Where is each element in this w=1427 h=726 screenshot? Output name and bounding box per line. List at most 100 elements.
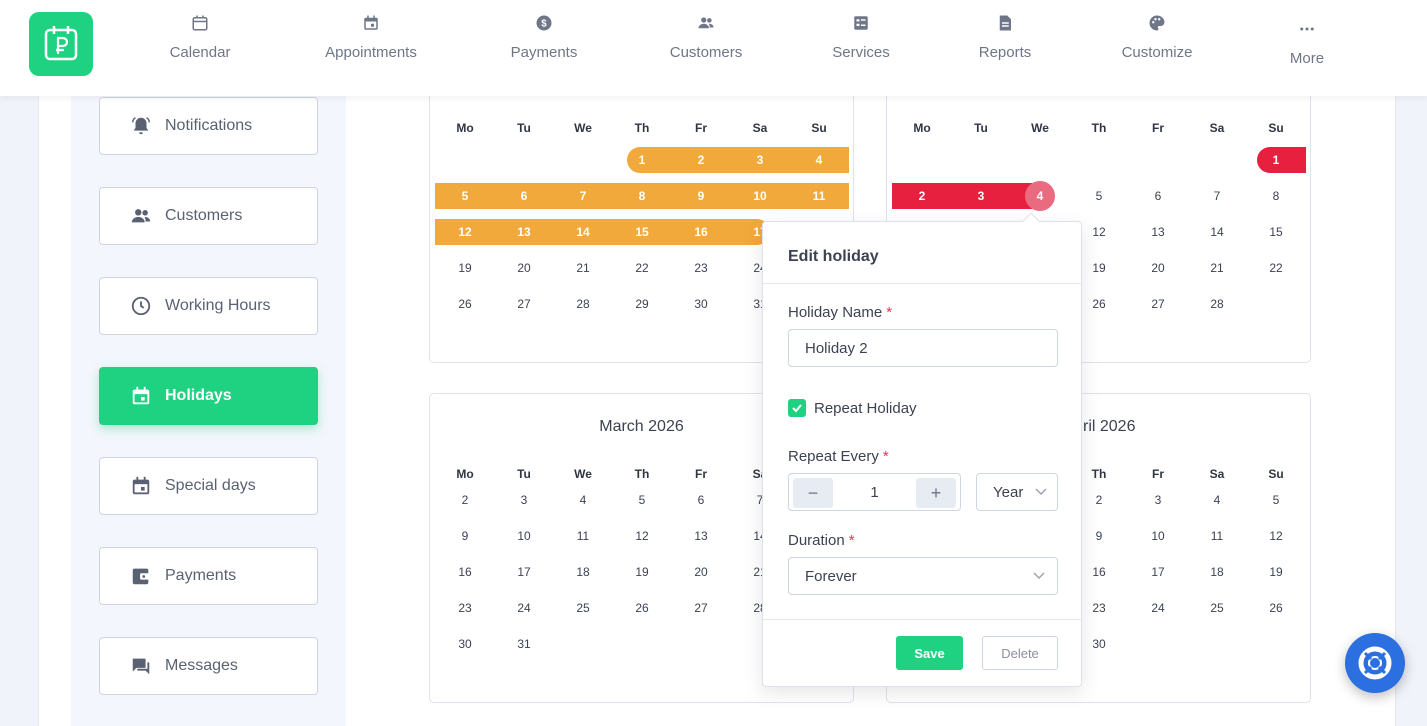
calendar-day[interactable]: 26 [622,595,662,621]
calendar-day[interactable]: 25 [563,595,603,621]
calendar-day[interactable]: 15 [622,219,662,245]
calendar-day[interactable]: 15 [1256,219,1296,245]
calendar-day[interactable]: 19 [1079,255,1119,281]
calendar-day[interactable]: 4 [1020,183,1060,209]
calendar-day[interactable]: 11 [799,183,839,209]
nav-services[interactable]: Services [831,14,891,61]
calendar-day[interactable]: 29 [622,291,662,317]
calendar-day[interactable]: 18 [1197,559,1237,585]
calendar-day[interactable]: 7 [1197,183,1237,209]
sidebar-item-holidays[interactable]: Holidays [99,367,318,425]
sidebar-item-notifications[interactable]: Notifications [99,97,318,155]
calendar-day[interactable]: 4 [799,147,839,173]
calendar-day[interactable]: 9 [681,183,721,209]
calendar-day[interactable]: 10 [504,523,544,549]
nav-calendar[interactable]: Calendar [166,14,234,61]
nav-customize[interactable]: Customize [1119,14,1195,61]
holiday-name-input[interactable]: Holiday 2 [788,329,1058,367]
nav-customers[interactable]: Customers [666,14,746,61]
calendar-day[interactable]: 4 [1197,487,1237,513]
calendar-day[interactable]: 20 [681,559,721,585]
help-button[interactable] [1345,633,1405,693]
calendar-day[interactable]: 23 [445,595,485,621]
calendar-day[interactable]: 11 [1197,523,1237,549]
repeat-unit-select[interactable]: Year [976,473,1058,511]
save-button[interactable]: Save [896,636,963,670]
calendar-day[interactable]: 23 [681,255,721,281]
sidebar-item-working-hours[interactable]: Working Hours [99,277,318,335]
calendar-day[interactable]: 16 [681,219,721,245]
calendar-day[interactable]: 24 [504,595,544,621]
delete-button[interactable]: Delete [982,636,1058,670]
calendar-day[interactable]: 17 [504,559,544,585]
app-logo[interactable] [29,12,93,76]
sidebar-item-payments[interactable]: Payments [99,547,318,605]
calendar-day[interactable]: 21 [563,255,603,281]
nav-appointments[interactable]: Appointments [320,14,422,61]
calendar-day[interactable]: 19 [445,255,485,281]
calendar-day[interactable]: 12 [445,219,485,245]
calendar-day[interactable]: 12 [1256,523,1296,549]
calendar-day[interactable]: 26 [1079,291,1119,317]
calendar-day[interactable]: 13 [504,219,544,245]
calendar-day[interactable]: 3 [504,487,544,513]
calendar-day[interactable]: 20 [1138,255,1178,281]
calendar-day[interactable]: 27 [504,291,544,317]
nav-payments[interactable]: $ Payments [508,14,580,61]
calendar-day[interactable]: 28 [563,291,603,317]
calendar-day[interactable]: 2 [681,147,721,173]
calendar-day[interactable]: 9 [1079,523,1119,549]
calendar-day[interactable]: 14 [1197,219,1237,245]
calendar-day[interactable]: 26 [445,291,485,317]
calendar-day[interactable]: 3 [961,183,1001,209]
increment-button[interactable]: + [916,478,956,508]
calendar-day[interactable]: 22 [622,255,662,281]
calendar-day[interactable]: 7 [563,183,603,209]
calendar-day[interactable]: 23 [1079,595,1119,621]
calendar-day[interactable]: 24 [1138,595,1178,621]
calendar-day[interactable]: 27 [681,595,721,621]
duration-select[interactable]: Forever [788,557,1058,595]
calendar-day[interactable]: 1 [1256,147,1296,173]
calendar-day[interactable]: 2 [902,183,942,209]
sidebar-item-messages[interactable]: Messages [99,637,318,695]
calendar-day[interactable]: 21 [1197,255,1237,281]
calendar-day[interactable]: 1 [622,147,662,173]
calendar-day[interactable]: 26 [1256,595,1296,621]
calendar-day[interactable]: 12 [1079,219,1119,245]
calendar-day[interactable]: 5 [1079,183,1119,209]
calendar-day[interactable]: 16 [1079,559,1119,585]
calendar-day[interactable]: 16 [445,559,485,585]
calendar-day[interactable]: 19 [622,559,662,585]
calendar-day[interactable]: 22 [1256,255,1296,281]
nav-reports[interactable]: Reports [977,14,1033,61]
calendar-day[interactable]: 14 [563,219,603,245]
calendar-day[interactable]: 2 [1079,487,1119,513]
calendar-day[interactable]: 30 [445,631,485,657]
calendar-day[interactable]: 5 [622,487,662,513]
calendar-day[interactable]: 12 [622,523,662,549]
repeat-holiday-checkbox[interactable] [788,399,806,417]
calendar-day[interactable]: 6 [504,183,544,209]
calendar-day[interactable]: 19 [1256,559,1296,585]
calendar-day[interactable]: 17 [1138,559,1178,585]
calendar-day[interactable]: 27 [1138,291,1178,317]
calendar-day[interactable]: 3 [1138,487,1178,513]
calendar-day[interactable]: 5 [1256,487,1296,513]
calendar-day[interactable]: 10 [740,183,780,209]
calendar-day[interactable]: 5 [445,183,485,209]
calendar-day[interactable]: 20 [504,255,544,281]
calendar-day[interactable]: 13 [681,523,721,549]
calendar-day[interactable]: 9 [445,523,485,549]
nav-more[interactable]: More [1287,20,1327,67]
sidebar-item-customers[interactable]: Customers [99,187,318,245]
calendar-day[interactable]: 30 [1079,631,1119,657]
calendar-day[interactable]: 4 [563,487,603,513]
calendar-day[interactable]: 11 [563,523,603,549]
calendar-day[interactable]: 25 [1197,595,1237,621]
decrement-button[interactable]: − [793,478,833,508]
calendar-day[interactable]: 2 [445,487,485,513]
calendar-day[interactable]: 6 [1138,183,1178,209]
calendar-day[interactable]: 8 [622,183,662,209]
calendar-day[interactable]: 28 [1197,291,1237,317]
